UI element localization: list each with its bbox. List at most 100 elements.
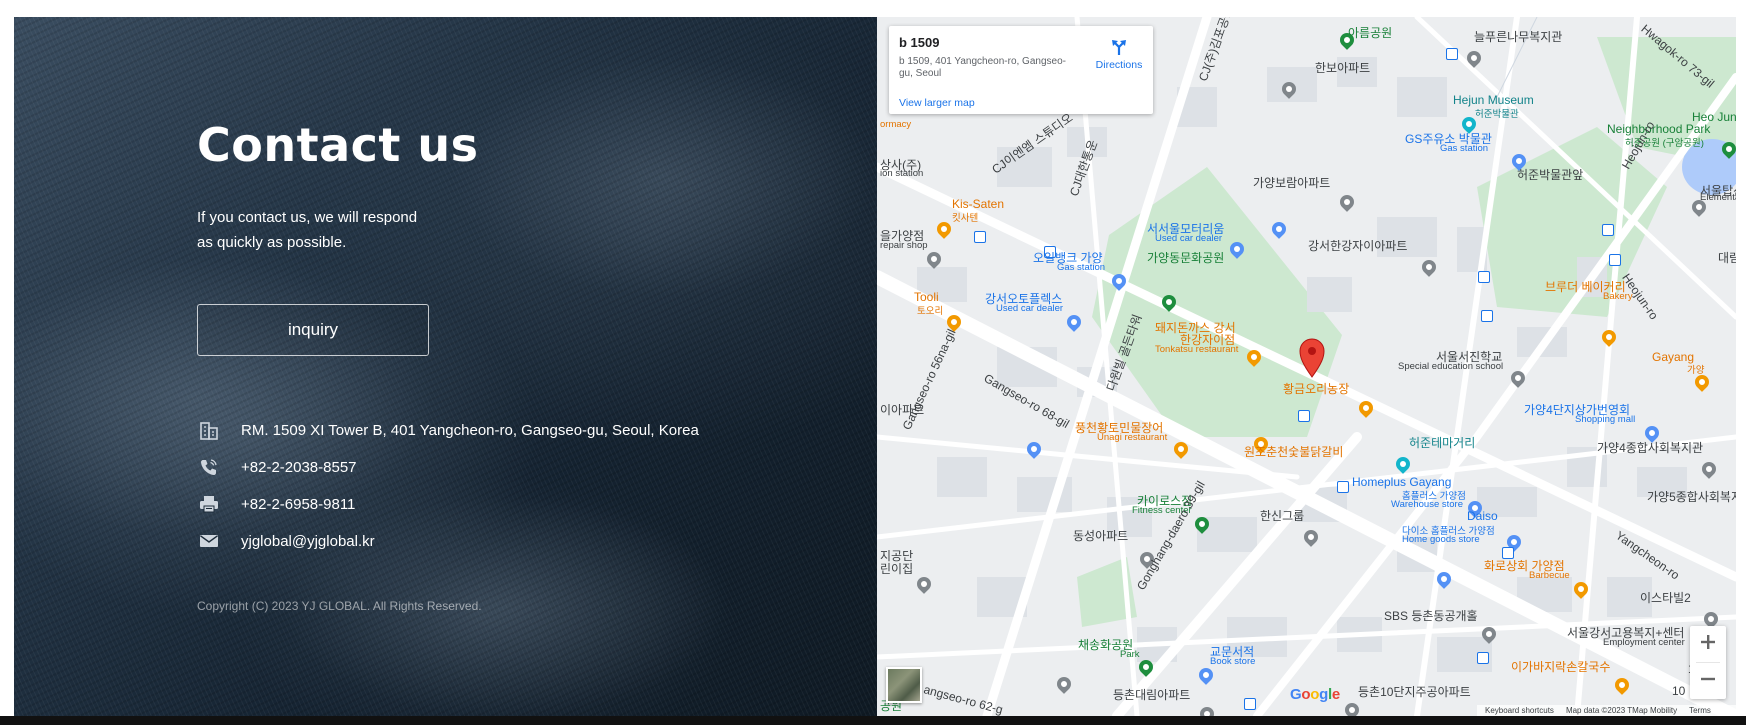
map-place-label[interactable]: 늘푸른나무복지관: [1474, 28, 1562, 45]
contact-description-line: If you contact us, we will respond: [197, 209, 418, 226]
map-place-label[interactable]: repair shop: [880, 240, 928, 251]
map-place-label[interactable]: 한신그룹: [1260, 507, 1304, 524]
map-place-label[interactable]: Special education school: [1398, 361, 1503, 372]
plus-icon: [1700, 634, 1716, 655]
map-place-label[interactable]: 등촌대림아파트: [1113, 686, 1190, 703]
copyright-text: Copyright (C) 2023 YJ GLOBAL. All Rights…: [197, 599, 482, 613]
contact-panel: Contact us If you contact us, we will re…: [14, 17, 877, 716]
bus-stop-icon[interactable]: [1602, 224, 1614, 236]
directions-button[interactable]: Directions: [1089, 38, 1149, 74]
place-address-line: b 1509, 401 Yangcheon-ro, Gangseo-: [899, 56, 1066, 67]
map-place-label[interactable]: 대림: [1718, 249, 1736, 266]
map-place-label[interactable]: Neighborhood Park: [1607, 122, 1710, 136]
phone-icon: [197, 455, 221, 479]
map-place-label[interactable]: Gas station: [1057, 262, 1105, 273]
address-text: RM. 1509 XI Tower B, 401 Yangcheon-ro, G…: [241, 421, 699, 439]
view-larger-map-link[interactable]: View larger map: [899, 97, 975, 109]
map-place-label[interactable]: Park: [1120, 649, 1140, 660]
map-place-label[interactable]: 허준테마거리: [1409, 434, 1475, 451]
map-place-label[interactable]: 동성아파트: [1073, 527, 1128, 544]
directions-label: Directions: [1095, 59, 1143, 71]
bus-stop-icon[interactable]: [1609, 254, 1621, 266]
map-place-label[interactable]: 황금오리농장: [1283, 380, 1349, 397]
map-place-label[interactable]: 가양5종합사회복지: [1647, 488, 1736, 505]
bus-stop-icon[interactable]: [1337, 481, 1349, 493]
zoom-controls: [1690, 626, 1726, 699]
map-place-label[interactable]: 가양4종합사회복지관: [1597, 439, 1703, 456]
place-info-card: b 1509 b 1509, 401 Yangcheon-ro, Gangseo…: [889, 26, 1153, 114]
place-address: b 1509, 401 Yangcheon-ro, Gangseo- gu, S…: [899, 56, 1089, 80]
map-place-label[interactable]: Used car dealer: [1155, 233, 1222, 244]
map-place-label[interactable]: Barbecue: [1529, 570, 1570, 581]
map-place-label[interactable]: SBS 등촌동공개홀: [1384, 607, 1478, 624]
map-place-label[interactable]: ormacy: [880, 119, 911, 130]
map-place-label[interactable]: 가양: [1687, 362, 1704, 376]
map-place-label[interactable]: 아름공원: [1348, 24, 1392, 41]
bus-stop-icon[interactable]: [1298, 410, 1310, 422]
envelope-icon: [197, 529, 221, 553]
page-top-strip: [0, 0, 1746, 17]
map-place-label[interactable]: Employment center: [1603, 637, 1685, 648]
map-place-label[interactable]: Warehouse store: [1391, 499, 1463, 510]
fax-row: +82-2-6958-9811: [197, 492, 355, 516]
page-bottom-strip: [0, 716, 1746, 725]
map-place-label[interactable]: Tonkatsu restaurant: [1155, 344, 1238, 355]
map-place-label[interactable]: Home goods store: [1402, 534, 1480, 545]
map-place-label[interactable]: Tooli: [914, 290, 939, 304]
map-place-label[interactable]: 원조춘천숯불닭갈비: [1244, 443, 1343, 460]
directions-icon: [1110, 38, 1128, 61]
google-logo: Google: [1290, 686, 1340, 703]
email-row: yjglobal@yjglobal.kr: [197, 529, 375, 553]
place-title: b 1509: [899, 35, 940, 50]
map-embed[interactable]: 아름공원 늘푸른나무복지관 한보아파트 Hwagok-ro 73-gil CJ(주)김포…: [877, 17, 1736, 716]
keyboard-shortcuts-link[interactable]: Keyboard shortcuts: [1485, 706, 1554, 715]
map-place-label[interactable]: 허준박물관: [1475, 106, 1519, 120]
inquiry-button[interactable]: inquiry: [197, 304, 429, 356]
satellite-toggle-button[interactable]: [886, 667, 922, 703]
zoom-out-button[interactable]: [1690, 663, 1726, 699]
phone-row: +82-2-2038-8557: [197, 455, 357, 479]
bus-stop-icon[interactable]: [1478, 271, 1490, 283]
map-place-label[interactable]: Hejun Museum: [1453, 93, 1534, 107]
bus-stop-icon[interactable]: [1481, 310, 1493, 322]
map-place-label[interactable]: 등촌10단지주공아파트: [1358, 683, 1471, 700]
map-place-label[interactable]: 가양동문화공원: [1147, 249, 1224, 266]
bus-stop-icon[interactable]: [974, 231, 986, 243]
map-place-label[interactable]: Unagi restaurant: [1097, 432, 1167, 443]
map-place-label[interactable]: 토오리: [917, 303, 943, 317]
map-place-label[interactable]: 이가바지락손칼국수: [1511, 658, 1610, 675]
page-title: Contact us: [197, 118, 479, 172]
map-place-label[interactable]: 강서한강자이아파트: [1308, 237, 1407, 254]
bus-stop-icon[interactable]: [1446, 48, 1458, 60]
bus-stop-icon[interactable]: [1244, 698, 1256, 710]
map-place-label[interactable]: Used car dealer: [996, 303, 1063, 314]
map-place-label[interactable]: 가양보람아파트: [1253, 174, 1330, 191]
terms-link[interactable]: Terms: [1689, 706, 1711, 715]
map-place-label[interactable]: Shopping mall: [1575, 414, 1635, 425]
contact-description: If you contact us, we will respond as qu…: [197, 205, 497, 255]
map-place-label[interactable]: Book store: [1210, 656, 1255, 667]
building-icon: [197, 418, 221, 442]
map-place-label[interactable]: Elementary: [1700, 192, 1736, 203]
map-place-label[interactable]: 린이집: [880, 560, 913, 577]
map-place-label[interactable]: 킷사텐: [952, 210, 978, 224]
zoom-in-button[interactable]: [1690, 626, 1726, 662]
map-place-label[interactable]: 한보아파트: [1315, 59, 1370, 76]
map-place-label[interactable]: 10: [1672, 684, 1685, 698]
map-data-attribution: Map data ©2023 TMap Mobility: [1565, 706, 1678, 715]
email-link[interactable]: yjglobal@yjglobal.kr: [241, 533, 375, 550]
contact-description-line: as quickly as possible.: [197, 234, 347, 251]
bus-stop-icon[interactable]: [1477, 652, 1489, 664]
fax-text: +82-2-6958-9811: [241, 495, 356, 513]
place-address-line: gu, Seoul: [899, 68, 942, 79]
map-place-label[interactable]: 허준박물관앞: [1517, 166, 1583, 183]
map-place-label[interactable]: Gas station: [1440, 143, 1488, 154]
map-place-label[interactable]: ion station: [880, 168, 923, 179]
map-place-label[interactable]: Kis-Saten: [952, 197, 1004, 211]
printer-icon: [197, 492, 221, 516]
phone-text: +82-2-2038-8557: [241, 458, 357, 476]
map-place-label[interactable]: Homeplus Gayang: [1352, 475, 1451, 489]
address-row: RM. 1509 XI Tower B, 401 Yangcheon-ro, G…: [197, 418, 699, 442]
map-place-label[interactable]: Daiso: [1467, 509, 1498, 523]
map-place-label[interactable]: 이스타빌2: [1640, 589, 1691, 606]
